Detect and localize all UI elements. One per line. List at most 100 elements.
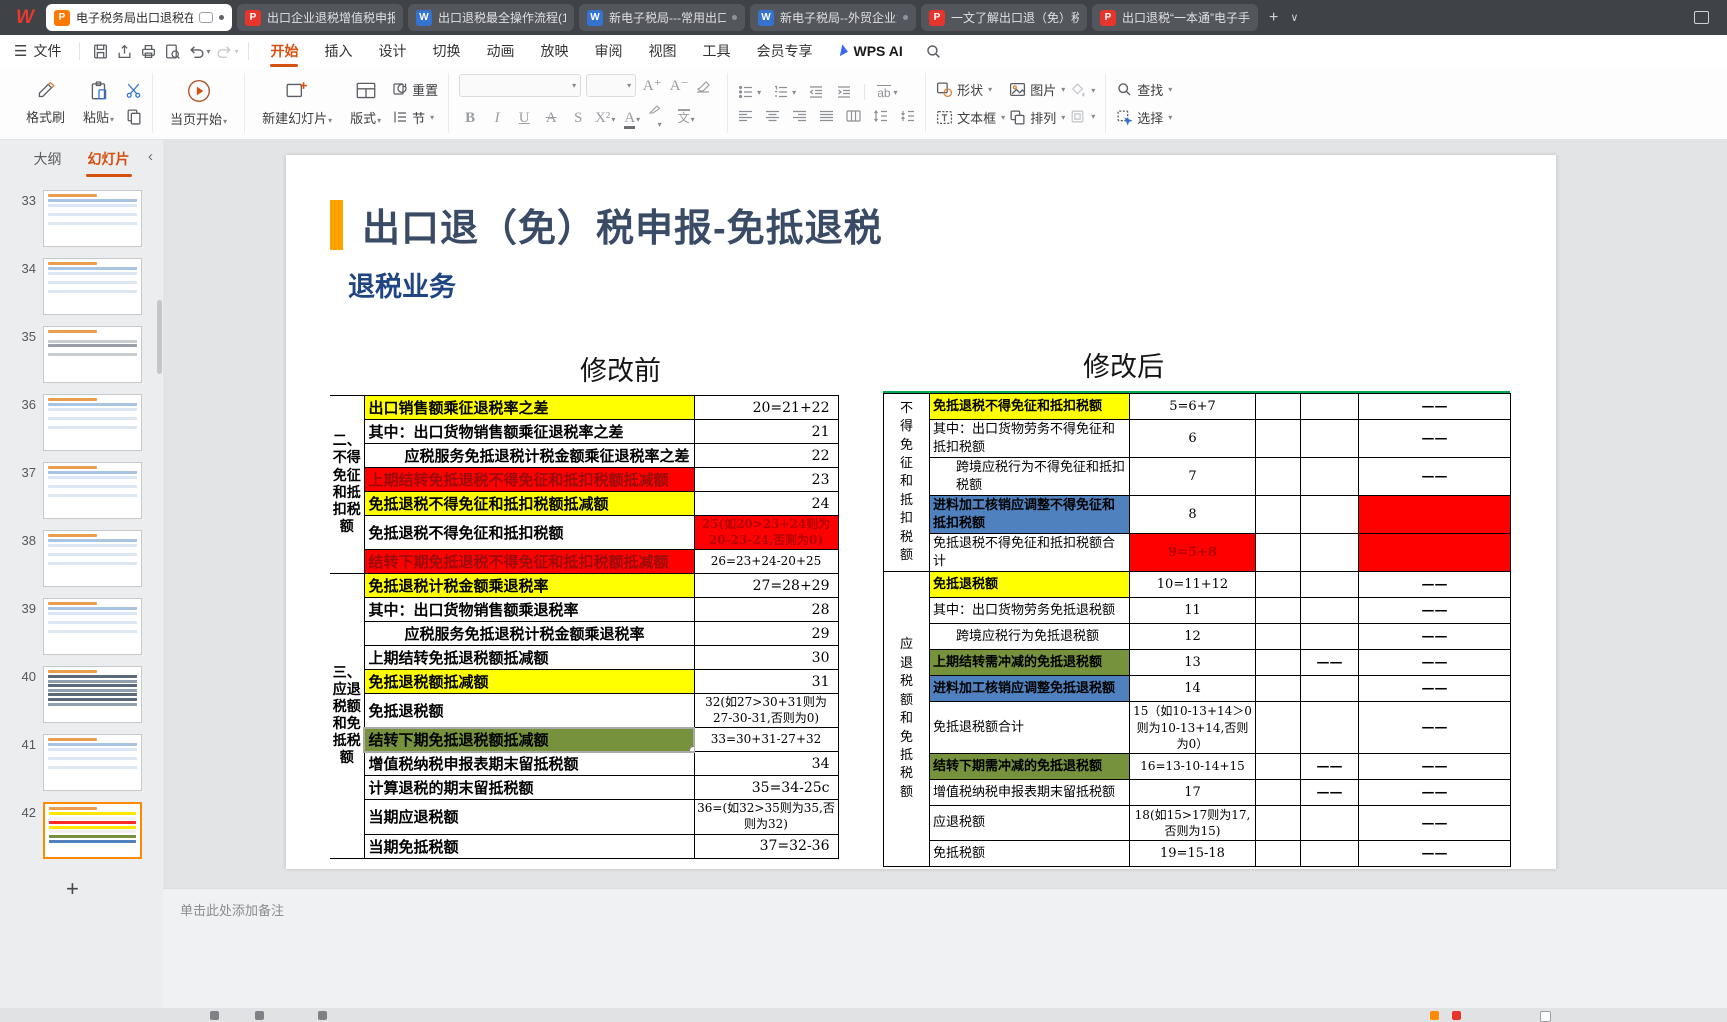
extra-cell[interactable]: [1301, 572, 1359, 598]
find-button[interactable]: 查找▾: [1116, 80, 1172, 99]
row-value-cell[interactable]: 21: [694, 420, 838, 444]
group-label-cell[interactable]: 不 得 免 征 和 抵 扣 税 额: [884, 394, 930, 572]
row-label-cell[interactable]: 上期结转需冲减的免抵退税额: [930, 650, 1130, 676]
extra-cell[interactable]: [1301, 624, 1359, 650]
extra-cell[interactable]: ——: [1359, 779, 1511, 805]
row-value-cell[interactable]: 16=13-10-14+15: [1130, 753, 1256, 779]
row-value-cell[interactable]: 27=28+29: [694, 574, 838, 598]
extra-cell[interactable]: ——: [1359, 702, 1511, 754]
cut-icon[interactable]: [125, 82, 142, 99]
arrange-button[interactable]: 排列▾: [1009, 108, 1065, 127]
file-menu[interactable]: 文件: [33, 41, 61, 61]
window-mode-icon[interactable]: [1694, 11, 1709, 24]
row-label-cell[interactable]: 免抵退税额合计: [930, 702, 1130, 754]
document-tab[interactable]: P出口退税“一本通”电子手册（上: [1092, 4, 1258, 31]
tab-pin-icon[interactable]: [219, 15, 224, 20]
shadow-button[interactable]: S: [567, 110, 589, 127]
after-table[interactable]: 不 得 免 征 和 抵 扣 税 额免抵退税不得免征和抵扣税额5=6+7——其中：…: [883, 391, 1510, 867]
document-tab[interactable]: P电子税务局出口退税在线申: [46, 4, 232, 31]
extra-cell[interactable]: ——: [1359, 650, 1511, 676]
extra-cell[interactable]: [1301, 534, 1359, 572]
row-value-cell[interactable]: 18(如15>17则为17,否则为15): [1130, 805, 1256, 840]
extra-cell[interactable]: ——: [1359, 805, 1511, 840]
align-right-icon[interactable]: [792, 110, 807, 122]
superscript-button[interactable]: X²▾: [594, 110, 616, 127]
tab-list-dropdown[interactable]: ∨: [1290, 11, 1298, 24]
row-label-cell[interactable]: 结转下期需冲减的免抵退税额: [930, 753, 1130, 779]
tab-pin-icon[interactable]: [732, 15, 737, 20]
row-label-cell[interactable]: 免抵退税额: [364, 694, 694, 728]
paste-button[interactable]: 粘贴▾: [76, 78, 121, 128]
slide-thumbnail-38[interactable]: 38: [0, 530, 163, 587]
row-label-cell[interactable]: 上期结转免抵退税不得免征和抵扣税额抵减额: [364, 468, 694, 492]
row-label-cell[interactable]: 免抵退税计税金额乘退税率: [364, 574, 694, 598]
row-label-cell[interactable]: 其中：出口货物销售额乘退税率: [364, 598, 694, 622]
outline-color-icon[interactable]: ▾: [1069, 108, 1095, 125]
paragraph-spacing-icon[interactable]: [900, 110, 915, 122]
row-value-cell[interactable]: 8: [1130, 496, 1256, 534]
extra-cell[interactable]: [1301, 841, 1359, 867]
increase-indent-icon[interactable]: [836, 85, 852, 99]
group-label-cell[interactable]: 二、 不得 免征 和抵 扣税 额: [330, 396, 364, 574]
extra-cell[interactable]: [1301, 702, 1359, 754]
extra-cell[interactable]: [1256, 394, 1301, 420]
undo-icon[interactable]: [184, 40, 208, 62]
extra-cell[interactable]: ——: [1359, 841, 1511, 867]
underline-button[interactable]: U: [513, 110, 535, 127]
export-icon[interactable]: [112, 40, 136, 62]
row-value-cell[interactable]: 17: [1130, 779, 1256, 805]
row-label-cell[interactable]: 增值税纳税申报表期末留抵税额: [364, 752, 694, 776]
menu-切换[interactable]: 切换: [419, 35, 473, 67]
notes-placeholder[interactable]: 单击此处添加备注: [180, 900, 284, 919]
layout-button[interactable]: 版式▾: [343, 77, 388, 129]
pinyin-guide-button[interactable]: 文▾: [675, 109, 697, 127]
extra-cell[interactable]: ——: [1359, 598, 1511, 624]
row-label-cell[interactable]: 跨境应税行为免抵退税额: [930, 624, 1130, 650]
row-value-cell[interactable]: 5=6+7: [1130, 394, 1256, 420]
select-button[interactable]: 选择▾: [1116, 108, 1172, 127]
textbox-button[interactable]: 文本框▾: [936, 108, 1005, 127]
menu-动画[interactable]: 动画: [473, 35, 527, 67]
row-label-cell[interactable]: 应税服务免抵退税计税金额乘退税率: [364, 622, 694, 646]
extra-cell[interactable]: [1256, 534, 1301, 572]
extra-cell[interactable]: ——: [1359, 572, 1511, 598]
extra-cell[interactable]: ——: [1359, 458, 1511, 496]
new-tab-button[interactable]: +: [1269, 9, 1278, 27]
undo-dropdown-icon[interactable]: ▾: [206, 47, 210, 56]
row-label-cell[interactable]: 当期免抵税额: [364, 834, 694, 858]
comment-bubble-icon[interactable]: [199, 12, 213, 23]
before-label[interactable]: 修改前: [580, 349, 661, 388]
tab-outline[interactable]: 大纲: [32, 145, 64, 173]
row-label-cell[interactable]: 免抵退税额抵减额: [364, 670, 694, 694]
row-value-cell[interactable]: 37=32-36: [694, 834, 838, 858]
row-value-cell[interactable]: 19=15-18: [1130, 841, 1256, 867]
justify-icon[interactable]: [819, 110, 834, 122]
row-label-cell[interactable]: 其中：出口货物劳务免抵退税额: [930, 598, 1130, 624]
decrease-font-icon[interactable]: A⁻: [668, 76, 690, 95]
add-slide-button[interactable]: +: [66, 878, 79, 900]
row-value-cell[interactable]: 6: [1130, 420, 1256, 458]
picture-button[interactable]: 图片▾: [1009, 80, 1065, 99]
text-direction-icon[interactable]: ab▾: [877, 85, 897, 100]
extra-cell[interactable]: [1359, 496, 1511, 534]
menu-放映[interactable]: 放映: [527, 35, 581, 67]
document-tab[interactable]: W新电子税局---常用出口退税申: [579, 4, 745, 31]
row-value-cell[interactable]: 9=5+8: [1130, 534, 1256, 572]
document-tab[interactable]: P一文了解出口退（免）税政策及申: [921, 4, 1087, 31]
extra-cell[interactable]: ——: [1301, 779, 1359, 805]
taskbar-window-icon[interactable]: [1540, 1011, 1551, 1022]
row-value-cell[interactable]: 7: [1130, 458, 1256, 496]
section-button[interactable]: 节▾: [392, 108, 438, 127]
row-label-cell[interactable]: 结转下期免抵退税不得免征和抵扣税额抵减额: [364, 550, 694, 574]
font-family-select[interactable]: ▾: [459, 74, 581, 97]
slide-thumbnail-40[interactable]: 40: [0, 666, 163, 723]
extra-cell[interactable]: ——: [1301, 753, 1359, 779]
row-label-cell[interactable]: 跨境应税行为不得免征和抵扣税额: [930, 458, 1130, 496]
extra-cell[interactable]: [1256, 572, 1301, 598]
sidebar-scrollbar[interactable]: [157, 300, 162, 374]
row-value-cell[interactable]: 25(如20>23+24则为20-23-24,否则为0): [694, 516, 838, 550]
slide-thumbnail-39[interactable]: 39: [0, 598, 163, 655]
extra-cell[interactable]: [1256, 779, 1301, 805]
extra-cell[interactable]: [1301, 676, 1359, 702]
wps-logo-icon[interactable]: W: [12, 5, 38, 31]
